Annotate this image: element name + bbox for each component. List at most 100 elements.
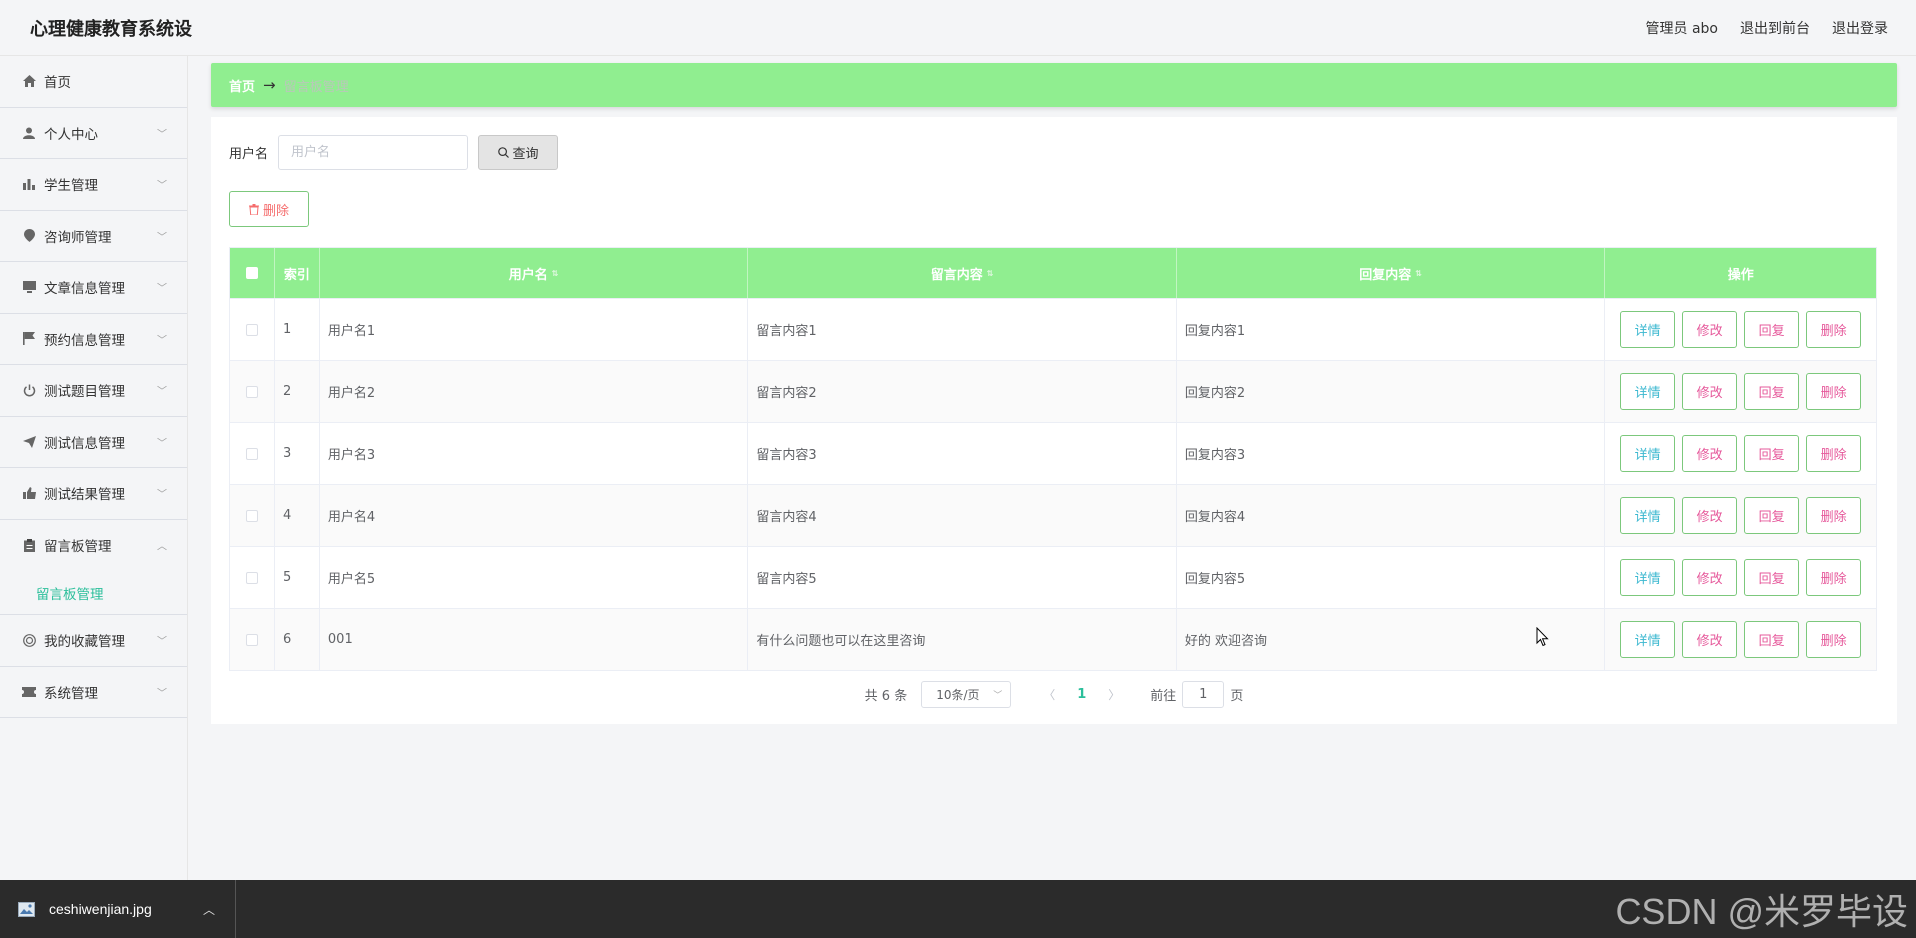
cell-message: 留言内容4	[748, 485, 1177, 546]
submenu-item-message-board[interactable]: 留言板管理	[0, 571, 187, 615]
row-checkbox[interactable]	[245, 385, 258, 398]
next-page-icon[interactable]: 〉	[1108, 686, 1120, 703]
edit-button[interactable]: 修改	[1682, 497, 1738, 534]
reply-button[interactable]: 回复	[1744, 559, 1800, 596]
sidebar-item-label: 系统管理	[44, 685, 98, 702]
select-all-checkbox[interactable]	[245, 267, 258, 279]
search-button[interactable]: 查询	[478, 135, 559, 170]
back-to-front-link[interactable]: 退出到前台	[1740, 18, 1810, 38]
sidebar-item-message-board[interactable]: 留言板管理 ︿	[0, 520, 187, 572]
star-circle-icon	[22, 633, 36, 647]
delete-button[interactable]: 删除	[1806, 373, 1862, 410]
table-row: 4 用户名4 留言内容4 回复内容4 详情 修改 回复 删除	[230, 484, 1876, 546]
header-message-label: 留言内容	[930, 267, 983, 283]
search-row: 用户名 查询	[229, 135, 559, 170]
cell-message: 留言内容3	[748, 423, 1177, 484]
table-header-row: 索引 用户名 ⇅ 留言内容 ⇅ 回复内容 ⇅ 操作	[230, 248, 1876, 298]
sidebar-item-test-info[interactable]: 测试信息管理 ﹀	[0, 417, 187, 468]
sidebar-item-articles[interactable]: 文章信息管理 ﹀	[0, 262, 187, 314]
sidebar-item-personal-center[interactable]: 个人中心 ﹀	[0, 108, 187, 159]
detail-button[interactable]: 详情	[1620, 497, 1676, 534]
row-checkbox[interactable]	[245, 323, 258, 336]
page-size-value: 10条/页	[936, 688, 980, 702]
username-search-input[interactable]	[278, 135, 469, 170]
cell-actions: 详情 修改 回复 删除	[1605, 423, 1876, 484]
row-checkbox[interactable]	[245, 571, 258, 584]
page-size-select[interactable]: 10条/页 ﹀	[921, 681, 1012, 708]
sidebar-item-students[interactable]: 学生管理 ﹀	[0, 159, 187, 211]
home-icon	[22, 74, 36, 88]
row-checkbox[interactable]	[245, 509, 258, 522]
reply-button[interactable]: 回复	[1744, 311, 1800, 348]
sidebar-item-label: 文章信息管理	[44, 281, 125, 298]
row-select-cell[interactable]	[230, 361, 275, 422]
sidebar-item-label: 测试题目管理	[44, 384, 125, 401]
delete-button[interactable]: 删除	[1806, 311, 1862, 348]
delete-button[interactable]: 删除	[1806, 621, 1862, 658]
chevron-down-icon: ﹀	[157, 438, 167, 450]
row-checkbox[interactable]	[245, 447, 258, 460]
chevron-down-icon: ﹀	[157, 636, 167, 648]
breadcrumb-home-link[interactable]: 首页	[229, 76, 255, 95]
sidebar-item-test-questions[interactable]: 测试题目管理 ﹀	[0, 365, 187, 417]
chevron-down-icon: ﹀	[157, 335, 167, 347]
table-row: 5 用户名5 留言内容5 回复内容5 详情 修改 回复 删除	[230, 546, 1876, 608]
sidebar-item-favorites[interactable]: 我的收藏管理 ﹀	[0, 615, 187, 667]
row-select-cell[interactable]	[230, 299, 275, 360]
header-message[interactable]: 留言内容 ⇅	[748, 248, 1177, 298]
edit-button[interactable]: 修改	[1682, 435, 1738, 472]
chevron-down-icon: ﹀	[993, 691, 1003, 701]
detail-button[interactable]: 详情	[1620, 373, 1676, 410]
sidebar-item-test-results[interactable]: 测试结果管理 ﹀	[0, 468, 187, 520]
header-username[interactable]: 用户名 ⇅	[320, 248, 749, 298]
reply-button[interactable]: 回复	[1744, 621, 1800, 658]
delete-button[interactable]: 删除	[1806, 435, 1862, 472]
chevron-down-icon: ﹀	[157, 129, 167, 141]
chevron-up-icon[interactable]: ︿	[203, 901, 215, 918]
sort-icon[interactable]: ⇅	[987, 269, 994, 278]
sidebar-item-appointments[interactable]: 预约信息管理 ﹀	[0, 314, 187, 365]
delete-button[interactable]: 删除	[1806, 497, 1862, 534]
edit-button[interactable]: 修改	[1682, 311, 1738, 348]
reply-button[interactable]: 回复	[1744, 497, 1800, 534]
detail-button[interactable]: 详情	[1620, 559, 1676, 596]
send-icon	[22, 435, 36, 449]
cell-reply: 回复内容5	[1177, 547, 1606, 608]
edit-button[interactable]: 修改	[1682, 559, 1738, 596]
row-select-cell[interactable]	[230, 423, 275, 484]
row-select-cell[interactable]	[230, 547, 275, 608]
edit-button[interactable]: 修改	[1682, 621, 1738, 658]
cell-message: 留言内容5	[748, 547, 1177, 608]
header-select-all[interactable]	[230, 248, 275, 298]
sort-icon[interactable]: ⇅	[552, 269, 559, 278]
sidebar-item-system[interactable]: 系统管理 ﹀	[0, 667, 187, 718]
bulk-delete-button[interactable]: 删除	[229, 191, 309, 227]
row-checkbox[interactable]	[245, 633, 258, 646]
image-file-icon	[18, 901, 35, 917]
logout-link[interactable]: 退出登录	[1832, 18, 1888, 38]
prev-page-icon[interactable]: 〈	[1043, 686, 1055, 703]
edit-button[interactable]: 修改	[1682, 373, 1738, 410]
cell-index: 1	[275, 299, 320, 360]
download-item[interactable]: ceshiwenjian.jpg ︿	[0, 880, 236, 938]
sidebar-item-counselors[interactable]: 咨询师管理 ﹀	[0, 211, 187, 262]
admin-user-label[interactable]: 管理员 abo	[1646, 18, 1718, 38]
header-actions: 操作	[1727, 267, 1754, 283]
sort-icon[interactable]: ⇅	[1415, 269, 1422, 278]
page-number-current[interactable]: 1	[1077, 687, 1086, 702]
row-select-cell[interactable]	[230, 485, 275, 546]
row-select-cell[interactable]	[230, 609, 275, 670]
search-icon	[497, 147, 509, 158]
detail-button[interactable]: 详情	[1620, 435, 1676, 472]
goto-page-input[interactable]	[1182, 681, 1225, 708]
cell-actions: 详情 修改 回复 删除	[1605, 485, 1876, 546]
header-reply[interactable]: 回复内容 ⇅	[1177, 248, 1606, 298]
delete-button[interactable]: 删除	[1806, 559, 1862, 596]
reply-button[interactable]: 回复	[1744, 435, 1800, 472]
sidebar-item-home[interactable]: 首页	[0, 56, 187, 108]
message-table: 索引 用户名 ⇅ 留言内容 ⇅ 回复内容 ⇅ 操作 1 用户名1 留言内容1 回复内容1 详情…	[229, 247, 1877, 671]
detail-button[interactable]: 详情	[1620, 311, 1676, 348]
reply-button[interactable]: 回复	[1744, 373, 1800, 410]
cell-username: 用户名1	[320, 299, 749, 360]
detail-button[interactable]: 详情	[1620, 621, 1676, 658]
